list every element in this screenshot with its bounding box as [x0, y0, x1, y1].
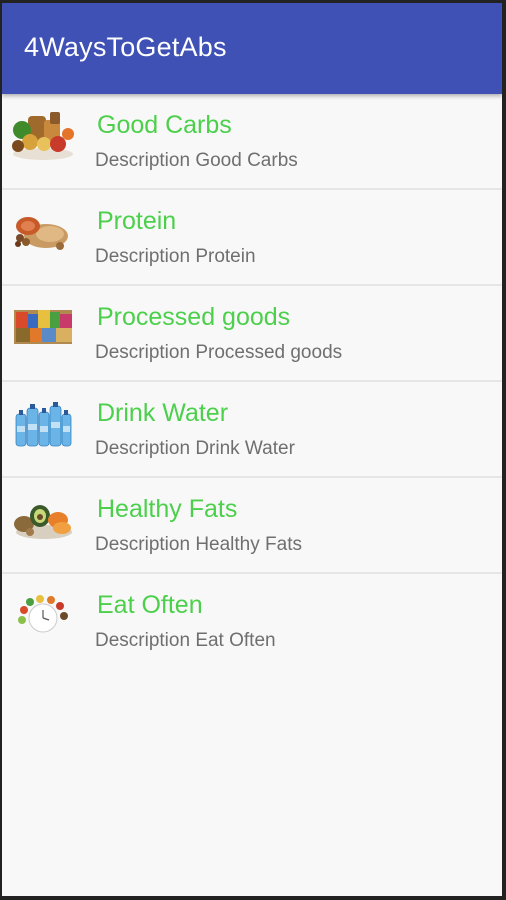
app-bar: 4WaysToGetAbs	[2, 3, 502, 94]
item-title: Drink Water	[97, 399, 229, 427]
list-item-drink-water[interactable]: Drink Water Description Drink Water	[2, 382, 502, 478]
item-description: Description Good Carbs	[95, 150, 298, 171]
item-description: Description Healthy Fats	[95, 534, 302, 555]
item-description: Description Processed goods	[95, 342, 343, 363]
item-description: Description Protein	[95, 246, 256, 267]
food-list: Good Carbs Description Good Carbs Protei…	[2, 94, 502, 668]
item-title: Protein	[97, 207, 177, 235]
app-screen: 4WaysToGetAbs Good Carbs Description Goo…	[2, 3, 502, 896]
eat-often-icon	[10, 588, 76, 644]
carbs-food-icon	[10, 108, 76, 164]
list-item-healthy-fats[interactable]: Healthy Fats Description Healthy Fats	[2, 478, 502, 574]
list-item-processed-goods[interactable]: Processed goods Description Processed go…	[2, 286, 502, 382]
water-bottles-icon	[10, 396, 76, 452]
item-title: Healthy Fats	[97, 495, 238, 523]
list-item-eat-often[interactable]: Eat Often Description Eat Often	[2, 574, 502, 668]
processed-goods-icon	[10, 300, 76, 356]
item-description: Description Eat Often	[95, 630, 276, 651]
protein-food-icon	[10, 204, 76, 260]
item-description: Description Drink Water	[95, 438, 295, 459]
app-title: 4WaysToGetAbs	[24, 32, 227, 62]
healthy-fats-icon	[10, 492, 76, 548]
item-title: Eat Often	[97, 591, 203, 619]
list-item-protein[interactable]: Protein Description Protein	[2, 190, 502, 286]
list-item-good-carbs[interactable]: Good Carbs Description Good Carbs	[2, 94, 502, 190]
item-title: Processed goods	[97, 303, 291, 331]
item-title: Good Carbs	[97, 111, 232, 139]
